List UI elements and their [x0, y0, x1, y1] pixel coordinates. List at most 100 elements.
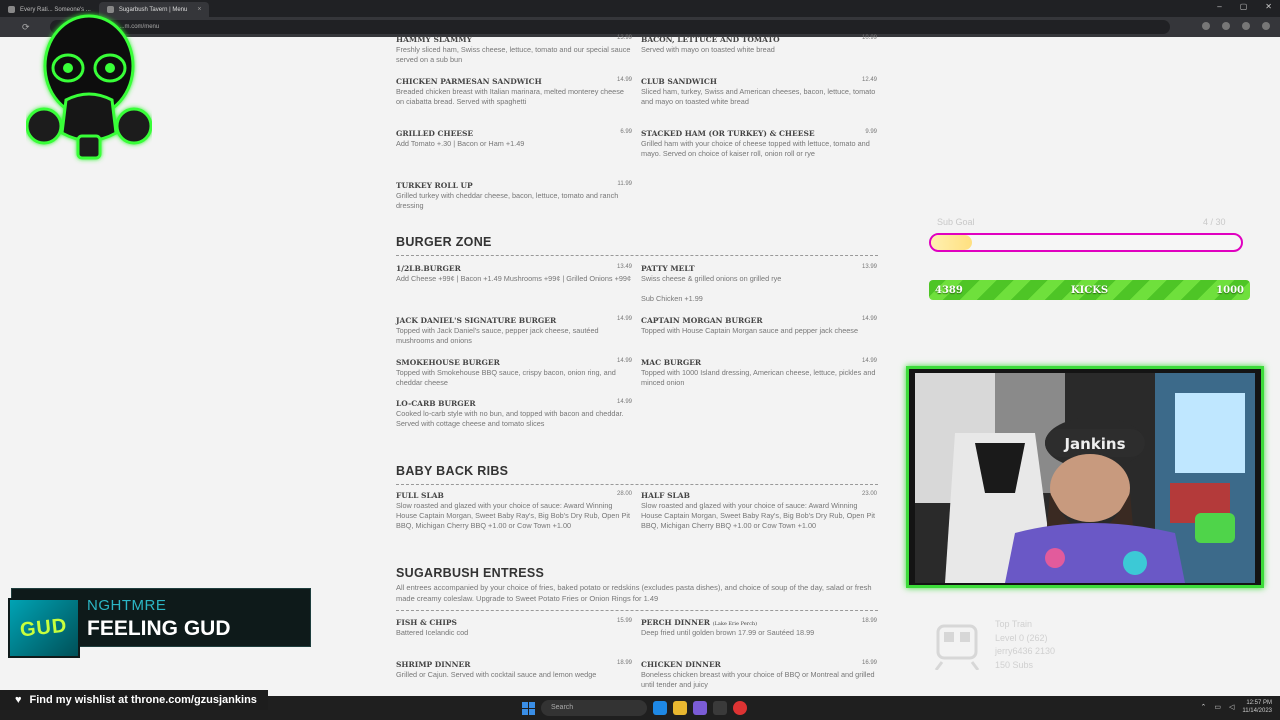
window-controls: – ▢ ✕	[1217, 2, 1272, 11]
train-level: Level 0 (262)	[995, 632, 1048, 643]
maximize-button[interactable]: ▢	[1240, 2, 1248, 11]
item-desc: Breaded chicken breast with Italian mari…	[396, 87, 624, 106]
now-playing-title: FEELING GUD	[87, 617, 231, 640]
item-name: MAC BURGER	[641, 358, 702, 367]
item-desc: Topped with House Captain Morgan sauce a…	[641, 326, 859, 335]
network-icon[interactable]: ▭	[1214, 703, 1221, 711]
menu-item: FISH & CHIPS 15.99 Battered Icelandic co…	[396, 618, 632, 638]
sub-goal-count: 4 / 30	[1203, 217, 1226, 227]
file-explorer-icon[interactable]	[673, 701, 687, 715]
item-name: CAPTAIN MORGAN BURGER	[641, 316, 763, 325]
item-price: 18.99	[616, 660, 632, 666]
section-divider	[396, 610, 878, 611]
clock[interactable]: 12:57 PM 11/14/2023	[1242, 699, 1272, 715]
webcam-feed-image: Jankins	[915, 373, 1255, 583]
section-title-ribs: BABY BACK RIBS	[396, 464, 509, 478]
train-icon	[934, 624, 980, 670]
item-desc: Grilled turkey with cheddar cheese, baco…	[396, 191, 619, 210]
item-name: BACON, LETTUCE AND TOMATO	[641, 35, 780, 44]
item-name: HAMMY SLAMMY	[396, 35, 472, 44]
menu-item: SMOKEHOUSE BURGER 14.99 Topped with Smok…	[396, 358, 632, 388]
address-bar-row: ⟳ ...m.com/menu	[0, 17, 1280, 37]
sub-goal-progress-fill	[931, 235, 973, 250]
item-price: 9.99	[865, 129, 877, 135]
item-desc: Grilled ham with your choice of cheese t…	[641, 139, 870, 158]
minimize-button[interactable]: –	[1217, 2, 1221, 11]
item-name: CHICKEN PARMESAN SANDWICH	[396, 77, 542, 86]
item-desc: Cooked lo-carb style with no bun, and to…	[396, 409, 624, 428]
train-user: jerry6436 2130	[995, 646, 1056, 656]
item-desc: Freshly sliced ham, Swiss cheese, lettuc…	[396, 45, 631, 64]
section-title-entrees: SUGARBUSH ENTRESS	[396, 566, 545, 580]
entrees-note: All entrees accompanied by your choice o…	[396, 583, 872, 603]
menu-item: CAPTAIN MORGAN BURGER 14.99 Topped with …	[641, 316, 877, 336]
kicks-current: 4389	[935, 284, 963, 296]
obs-icon[interactable]	[713, 701, 727, 715]
menu-item: BACON, LETTUCE AND TOMATO 10.99 Served w…	[641, 35, 877, 55]
menu-item: PATTY MELT 13.99 Swiss cheese & grilled …	[641, 264, 877, 284]
menu-item: HAMMY SLAMMY 13.99 Freshly sliced ham, S…	[396, 35, 632, 65]
item-price: 14.99	[861, 316, 877, 322]
item-desc: Slow roasted and glazed with your choice…	[641, 501, 875, 530]
train-title: Top Train	[995, 619, 1033, 629]
menu-item: PERCH DINNER (Lake Erie Perch) 18.99 Dee…	[641, 618, 877, 638]
menu-icon[interactable]	[1262, 22, 1270, 30]
item-price: 13.99	[861, 264, 877, 270]
item-name: SHRIMP DINNER	[396, 660, 471, 669]
taskbar-search-input[interactable]: Search	[541, 700, 647, 716]
item-desc: Served with mayo on toasted white bread	[641, 45, 775, 54]
item-price: 13.99	[616, 35, 632, 41]
edge-icon[interactable]	[653, 701, 667, 715]
item-name: SMOKEHOUSE BURGER	[396, 358, 500, 367]
item-name: PATTY MELT	[641, 264, 695, 273]
item-name: HALF SLAB	[641, 491, 690, 500]
item-name: STACKED HAM (OR TURKEY) & CHEESE	[641, 129, 815, 138]
item-desc: Grilled or Cajun. Served with cocktail s…	[396, 670, 597, 679]
section-divider	[396, 255, 878, 256]
item-name: FISH & CHIPS	[396, 618, 457, 627]
extension-icon[interactable]	[1202, 22, 1210, 30]
discord-icon[interactable]	[693, 701, 707, 715]
wishlist-banner: ♥ Find my wishlist at throne.com/gzusjan…	[0, 690, 268, 710]
menu-item: CHICKEN DINNER 16.99 Boneless chicken br…	[641, 660, 877, 690]
profile-avatar-icon[interactable]	[1242, 22, 1250, 30]
chrome-icon[interactable]	[733, 701, 747, 715]
menu-item: LO-CARB BURGER 14.99 Cooked lo-carb styl…	[396, 399, 632, 429]
windows-start-icon[interactable]	[522, 701, 535, 715]
item-price: 15.99	[616, 618, 632, 624]
system-tray: ⌃ ▭ ◁ 12:57 PM 11/14/2023	[1201, 699, 1272, 715]
item-name: JACK DANIEL'S SIGNATURE BURGER	[396, 316, 557, 325]
close-window-button[interactable]: ✕	[1265, 2, 1272, 11]
section-divider	[396, 484, 878, 485]
menu-item: CHICKEN PARMESAN SANDWICH 14.99 Breaded …	[396, 77, 632, 107]
item-price: 6.99	[620, 129, 632, 135]
item-price: 14.99	[616, 316, 632, 322]
item-name: TURKEY ROLL UP	[396, 181, 473, 190]
extension-icon[interactable]	[1222, 22, 1230, 30]
close-tab-icon[interactable]: ×	[197, 6, 201, 13]
volume-icon[interactable]: ◁	[1229, 703, 1234, 711]
item-tag: (Lake Erie Perch)	[712, 621, 758, 627]
menu-item: STACKED HAM (OR TURKEY) & CHEESE 9.99 Gr…	[641, 129, 877, 159]
item-name: FULL SLAB	[396, 491, 444, 500]
kicks-target: 1000	[1216, 284, 1244, 296]
item-desc: Topped with 1000 Island dressing, Americ…	[641, 368, 876, 387]
item-price: 14.99	[616, 77, 632, 83]
item-desc: Deep fried until golden brown 17.99 or S…	[641, 628, 815, 637]
browser-tab-bar: Every Rati... Someone's ... Sugarbush Ta…	[0, 0, 1280, 17]
heart-icon: ♥	[15, 694, 22, 706]
url-field[interactable]: ...m.com/menu	[49, 20, 1170, 34]
kicks-goal-bar: 4389 KICKS 1000	[929, 280, 1250, 300]
item-price: 11.99	[617, 181, 632, 187]
gas-mask-logo-icon	[26, 14, 152, 160]
item-price: 14.99	[616, 399, 632, 405]
item-name: CHICKEN DINNER	[641, 660, 721, 669]
item-name: LO-CARB BURGER	[396, 399, 476, 408]
sub-goal-progress-bar	[929, 233, 1243, 252]
train-subs: 150 Subs	[995, 659, 1034, 670]
chevron-up-icon[interactable]: ⌃	[1201, 703, 1207, 711]
webcam-frame: Jankins	[906, 366, 1264, 588]
menu-item: GRILLED CHEESE 6.99 Add Tomato +.30 | Ba…	[396, 129, 632, 149]
menu-item-addon: Sub Chicken +1.99	[641, 293, 877, 304]
item-price: 12.49	[861, 77, 877, 83]
